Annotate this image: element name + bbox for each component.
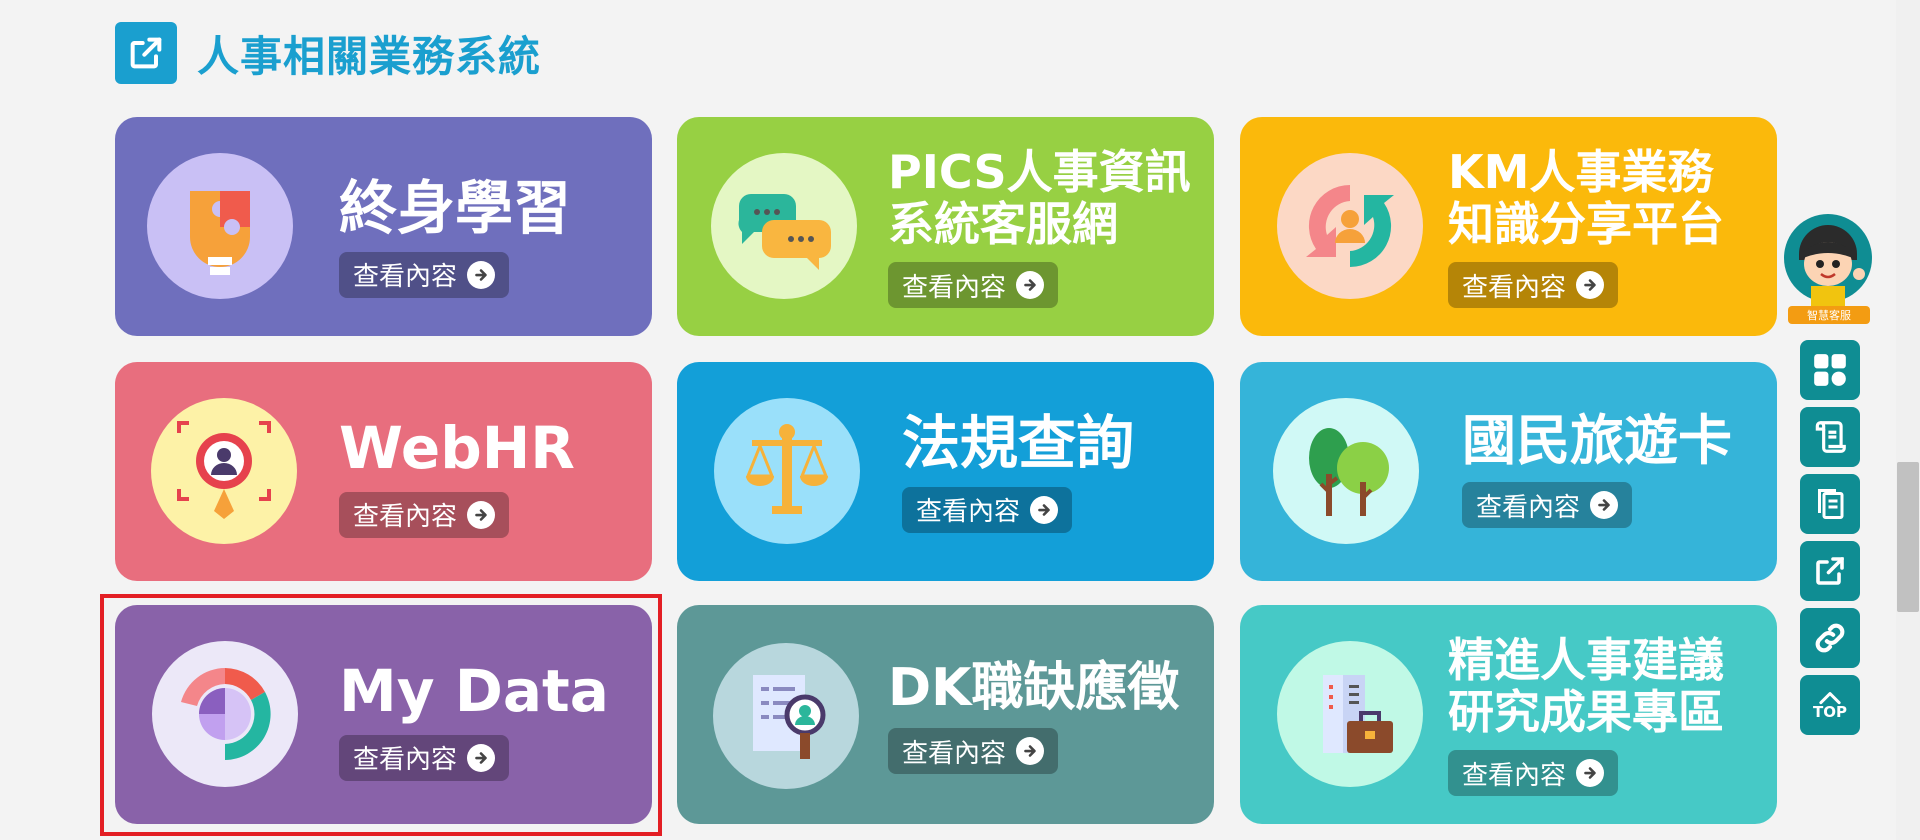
card-title-line-2: 知識分享平台 bbox=[1448, 196, 1724, 251]
card-title: DK職缺應徵 bbox=[888, 658, 1180, 718]
section-header: 人事相關業務系統 bbox=[115, 22, 541, 84]
card-pics[interactable]: PICS人事資訊 系統客服網 查看內容 bbox=[677, 117, 1214, 336]
view-content-button[interactable]: 查看內容 bbox=[1448, 750, 1619, 797]
arrow-right-icon bbox=[1576, 759, 1605, 788]
scrollbar-thumb[interactable] bbox=[1897, 462, 1919, 612]
card-title-line-2: 研究成果專區 bbox=[1448, 684, 1724, 739]
card-title: 國民旅遊卡 bbox=[1462, 409, 1732, 472]
external-link-icon bbox=[1816, 557, 1844, 585]
grid-icon bbox=[1814, 354, 1846, 386]
chat-bubbles-icon bbox=[711, 153, 857, 299]
copy-button[interactable] bbox=[1800, 474, 1860, 534]
view-content-button[interactable]: 查看內容 bbox=[339, 491, 510, 538]
arrow-right-icon bbox=[1016, 271, 1045, 300]
arrow-right-icon bbox=[1576, 271, 1605, 300]
view-content-button[interactable]: 查看內容 bbox=[339, 251, 510, 298]
document-magnifier-icon bbox=[713, 643, 859, 789]
section-title: 人事相關業務系統 bbox=[197, 31, 542, 81]
link-button[interactable] bbox=[1800, 608, 1860, 668]
arrow-right-icon bbox=[1590, 491, 1619, 520]
scrollbar-track bbox=[1896, 0, 1920, 840]
target-person-icon bbox=[151, 398, 297, 544]
view-content-button[interactable]: 查看內容 bbox=[888, 262, 1059, 309]
external-link-icon bbox=[115, 22, 177, 84]
scroll-icon bbox=[1815, 421, 1846, 453]
puzzle-lightbulb-icon bbox=[147, 153, 293, 299]
card-title-line-1: 精進人事建議 bbox=[1448, 633, 1724, 687]
card-research[interactable]: 精進人事建議 研究成果專區 查看內容 bbox=[1240, 605, 1777, 824]
card-lifelong-learning[interactable]: 終身學習 查看內容 bbox=[115, 117, 652, 336]
view-content-button[interactable]: 查看內容 bbox=[1462, 482, 1633, 529]
link-icon bbox=[1815, 623, 1845, 653]
arrow-right-icon bbox=[467, 260, 496, 289]
view-content-button[interactable]: 查看內容 bbox=[1448, 262, 1619, 309]
card-title: 終身學習 bbox=[339, 174, 572, 242]
grid-button[interactable] bbox=[1800, 340, 1860, 400]
assistant-button[interactable]: 智慧客服 bbox=[1783, 214, 1873, 324]
scales-icon bbox=[714, 398, 860, 544]
view-content-button[interactable]: 查看內容 bbox=[902, 486, 1073, 533]
view-content-button[interactable]: 查看內容 bbox=[888, 728, 1059, 775]
assistant-avatar-icon bbox=[1784, 214, 1872, 306]
assistant-label: 智慧客服 bbox=[1788, 306, 1870, 324]
refresh-person-icon bbox=[1277, 153, 1423, 299]
scroll-button[interactable] bbox=[1800, 407, 1860, 467]
arrow-right-icon bbox=[467, 500, 496, 529]
card-dk-jobs[interactable]: DK職缺應徵 查看內容 bbox=[677, 605, 1214, 824]
card-title-line-2: 系統客服網 bbox=[888, 196, 1118, 251]
selection-highlight bbox=[100, 594, 662, 836]
top-label: TOP bbox=[1813, 703, 1847, 721]
card-title: 法規查詢 bbox=[902, 409, 1135, 477]
card-travel-card[interactable]: 國民旅遊卡 查看內容 bbox=[1240, 362, 1777, 581]
external-link-button[interactable] bbox=[1800, 541, 1860, 601]
card-title: WebHR bbox=[339, 414, 575, 482]
card-km[interactable]: KM人事業務 知識分享平台 查看內容 bbox=[1240, 117, 1777, 336]
trees-icon bbox=[1273, 398, 1419, 544]
back-to-top-button[interactable]: TOP bbox=[1800, 675, 1860, 735]
card-title-line-1: KM人事業務 bbox=[1448, 145, 1714, 199]
arrow-right-icon bbox=[1016, 737, 1045, 766]
building-briefcase-icon bbox=[1277, 641, 1423, 787]
card-title-line-1: PICS人事資訊 bbox=[888, 145, 1191, 199]
card-webhr[interactable]: WebHR 查看內容 bbox=[115, 362, 652, 581]
arrow-right-icon bbox=[1030, 495, 1059, 524]
right-rail: TOP bbox=[1800, 340, 1860, 735]
card-regulations[interactable]: 法規查詢 查看內容 bbox=[677, 362, 1214, 581]
copy-icon bbox=[1818, 489, 1844, 519]
